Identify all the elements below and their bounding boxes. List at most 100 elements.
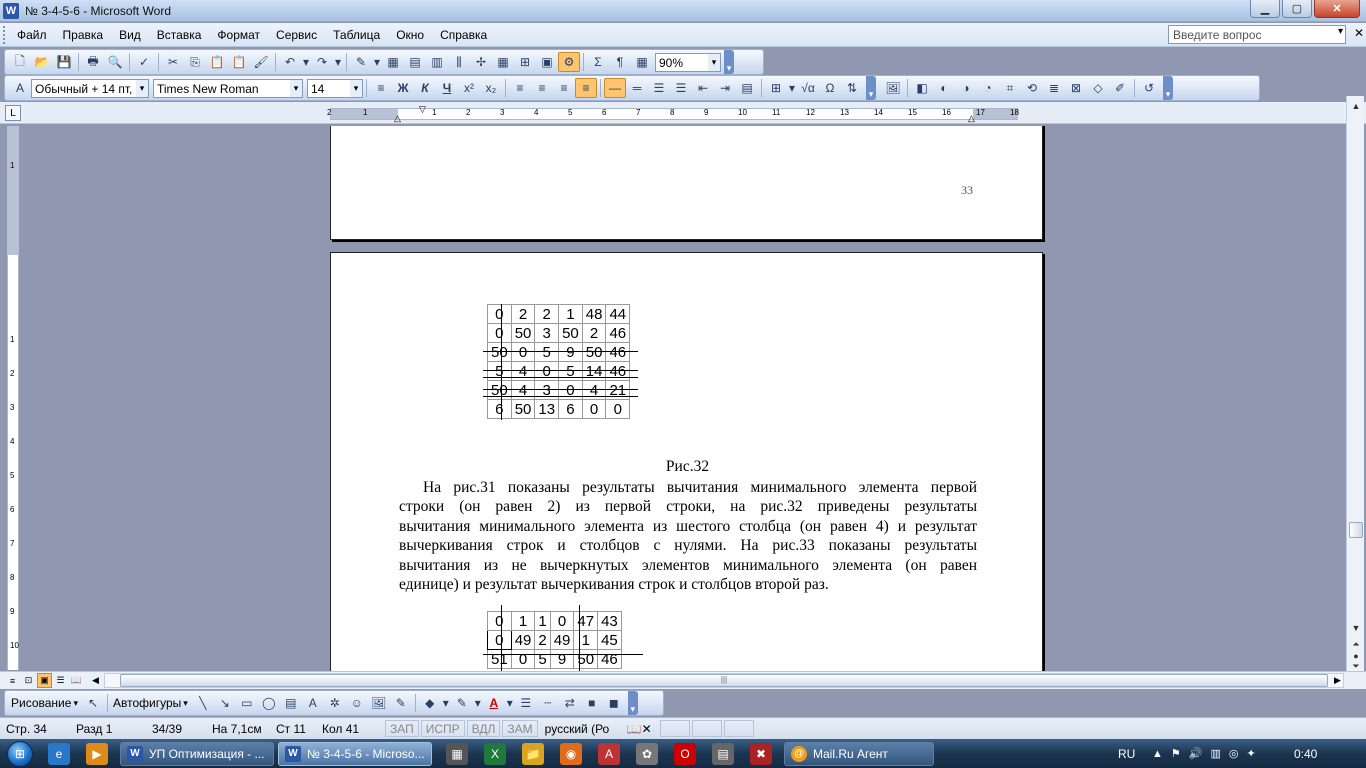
brightness-icon[interactable]: ◑: [955, 78, 977, 98]
compress-icon[interactable]: ⊠: [1065, 78, 1087, 98]
status-track-changes[interactable]: ИСПР: [420, 720, 465, 737]
table2-cell[interactable]: 9: [549, 649, 575, 669]
fill-color-dropdown-icon[interactable]: ▾: [441, 693, 451, 713]
table1-cell[interactable]: 48: [581, 304, 607, 324]
line-style-icon[interactable]: ≣: [1043, 78, 1065, 98]
table2-cell[interactable]: 1: [534, 611, 551, 631]
diagram-icon[interactable]: ✲: [324, 693, 346, 713]
table1-cell[interactable]: 6: [558, 399, 583, 419]
help-dropdown-icon[interactable]: ▾: [1338, 26, 1343, 37]
text-wrap-icon[interactable]: ◇: [1087, 78, 1109, 98]
table1-cell[interactable]: 3: [534, 323, 560, 343]
table1-cell[interactable]: 50: [510, 323, 536, 343]
table1-cell[interactable]: 50: [487, 342, 512, 362]
open-icon[interactable]: 📂: [31, 52, 53, 72]
bold-button[interactable]: Ж: [392, 78, 414, 98]
menu-window[interactable]: Окно: [388, 28, 432, 42]
wordart-icon[interactable]: A: [302, 693, 324, 713]
draw-menu-button[interactable]: Рисование: [9, 696, 73, 710]
insert-table-icon[interactable]: ▦: [382, 52, 404, 72]
drawing-toolbar-options-icon[interactable]: ▾: [627, 691, 638, 715]
vertical-scroll-thumb[interactable]: [1349, 522, 1363, 538]
font-size-dropdown-icon[interactable]: ▾: [350, 79, 362, 97]
menu-insert[interactable]: Вставка: [149, 28, 210, 42]
redo-dropdown-icon[interactable]: ▾: [333, 52, 343, 72]
highlight-dropdown-icon[interactable]: ▾: [372, 52, 382, 72]
task-mailru-agent[interactable]: @ Mail.Ru Агент: [784, 741, 934, 766]
autoshapes-menu-button[interactable]: Автофигуры: [111, 696, 183, 710]
normal-view-icon[interactable]: ≡: [5, 673, 20, 688]
table1-cell[interactable]: 46: [605, 323, 631, 343]
table2-cell[interactable]: 5: [534, 649, 551, 669]
align-right-icon[interactable]: ≡: [553, 78, 575, 98]
font-color-icon[interactable]: A: [483, 693, 505, 713]
cut-icon[interactable]: ✂: [162, 52, 184, 72]
menu-help[interactable]: Справка: [432, 28, 495, 42]
align-center-icon[interactable]: ≡: [531, 78, 553, 98]
table2-cell[interactable]: 47: [573, 611, 599, 631]
format-picture-icon[interactable]: ✐: [1109, 78, 1131, 98]
table1-cell[interactable]: 2: [581, 323, 607, 343]
italic-button[interactable]: К: [414, 78, 436, 98]
increase-indent-icon[interactable]: ⇥: [714, 78, 736, 98]
table1-cell[interactable]: 50: [581, 342, 607, 362]
redo-icon[interactable]: ↷: [311, 52, 333, 72]
line-icon[interactable]: ╲: [192, 693, 214, 713]
explorer-folder-icon[interactable]: 📁: [522, 742, 544, 765]
zoom-combo[interactable]: 90% ▾: [655, 52, 721, 72]
paint-icon[interactable]: ✎: [390, 693, 412, 713]
paste-special-icon[interactable]: 📋: [228, 52, 250, 72]
tool-icon[interactable]: ✖: [750, 742, 772, 765]
menu-table[interactable]: Таблица: [325, 28, 388, 42]
task-up-optimization[interactable]: W УП Оптимизация - ...: [120, 741, 274, 766]
vertical-ruler[interactable]: 11234567891011: [7, 161, 19, 684]
borders-icon[interactable]: ⊞: [765, 78, 787, 98]
opera-icon[interactable]: O: [674, 742, 696, 765]
border-line-icon[interactable]: ═: [626, 78, 648, 98]
insert-picture-icon[interactable]: 🖼: [368, 693, 390, 713]
table2-cell[interactable]: 49: [510, 630, 536, 650]
table2-cell[interactable]: 0: [510, 649, 536, 669]
table1-cell[interactable]: 13: [534, 399, 560, 419]
page-34[interactable]: 0 2 2 1 48 44 0 50 3 50 2 46 50 0 5 9 50 46 5 4 0 5 14 46 50 4 3 0 4…: [330, 252, 1043, 671]
numbering-icon[interactable]: ☰: [648, 78, 670, 98]
tray-flag-icon[interactable]: ⚑: [1171, 747, 1181, 760]
new-document-icon[interactable]: 🗋: [9, 52, 31, 72]
menu-file[interactable]: Файл: [9, 28, 55, 42]
fill-color-icon[interactable]: ◆: [419, 693, 441, 713]
table2-cell[interactable]: 46: [597, 649, 622, 669]
rectangle-icon[interactable]: ▭: [236, 693, 258, 713]
line-spacing-icon[interactable]: ≡: [370, 78, 392, 98]
table1-cell[interactable]: 46: [605, 342, 631, 362]
font-dropdown-icon[interactable]: ▾: [290, 79, 302, 97]
reset-picture-icon[interactable]: ↺: [1138, 78, 1160, 98]
table2-cell[interactable]: 45: [597, 630, 622, 650]
dash-style-icon[interactable]: ┄: [537, 693, 559, 713]
autoshapes-dropdown-icon[interactable]: ▾: [183, 698, 188, 709]
table-autoformat-icon[interactable]: ▤: [736, 78, 758, 98]
undo-icon[interactable]: ↶: [279, 52, 301, 72]
menu-tools[interactable]: Сервис: [268, 28, 325, 42]
table-borders-icon[interactable]: ▦: [492, 52, 514, 72]
decrease-indent-icon[interactable]: ⇤: [692, 78, 714, 98]
table2-cell[interactable]: 1: [510, 611, 536, 631]
table1-cell[interactable]: 6: [487, 399, 512, 419]
font-color-dropdown-icon[interactable]: ▾: [505, 693, 515, 713]
document-map-icon[interactable]: ▣: [536, 52, 558, 72]
document-area[interactable]: 33 0 2 2 1 48 44 0 50 3 50 2 46 50 0 5 9 50 46 5 4 0 5 14 46 50 4…: [24, 126, 1346, 671]
close-button[interactable]: ✕: [1314, 0, 1360, 18]
styles-pane-icon[interactable]: A: [9, 78, 31, 98]
clipart-icon[interactable]: ☺: [346, 693, 368, 713]
scroll-down-arrow-icon[interactable]: ▼: [1348, 620, 1364, 636]
print-layout-view-icon[interactable]: ▣: [37, 673, 52, 688]
table1-cell[interactable]: 50: [510, 399, 536, 419]
picture-toolbar-options-icon[interactable]: ▾: [1163, 76, 1173, 100]
tray-app-icon[interactable]: ✦: [1246, 747, 1255, 760]
insert-rows-icon[interactable]: ⊞: [514, 52, 536, 72]
autosum-icon[interactable]: Σ: [587, 52, 609, 72]
table2-cell[interactable]: 0: [487, 630, 512, 650]
horizontal-scrollbar[interactable]: |||: [104, 673, 1344, 688]
horizontal-scroll-thumb[interactable]: |||: [120, 674, 1328, 687]
contrast-icon[interactable]: ◐: [933, 78, 955, 98]
line-color-icon[interactable]: ✎: [451, 693, 473, 713]
